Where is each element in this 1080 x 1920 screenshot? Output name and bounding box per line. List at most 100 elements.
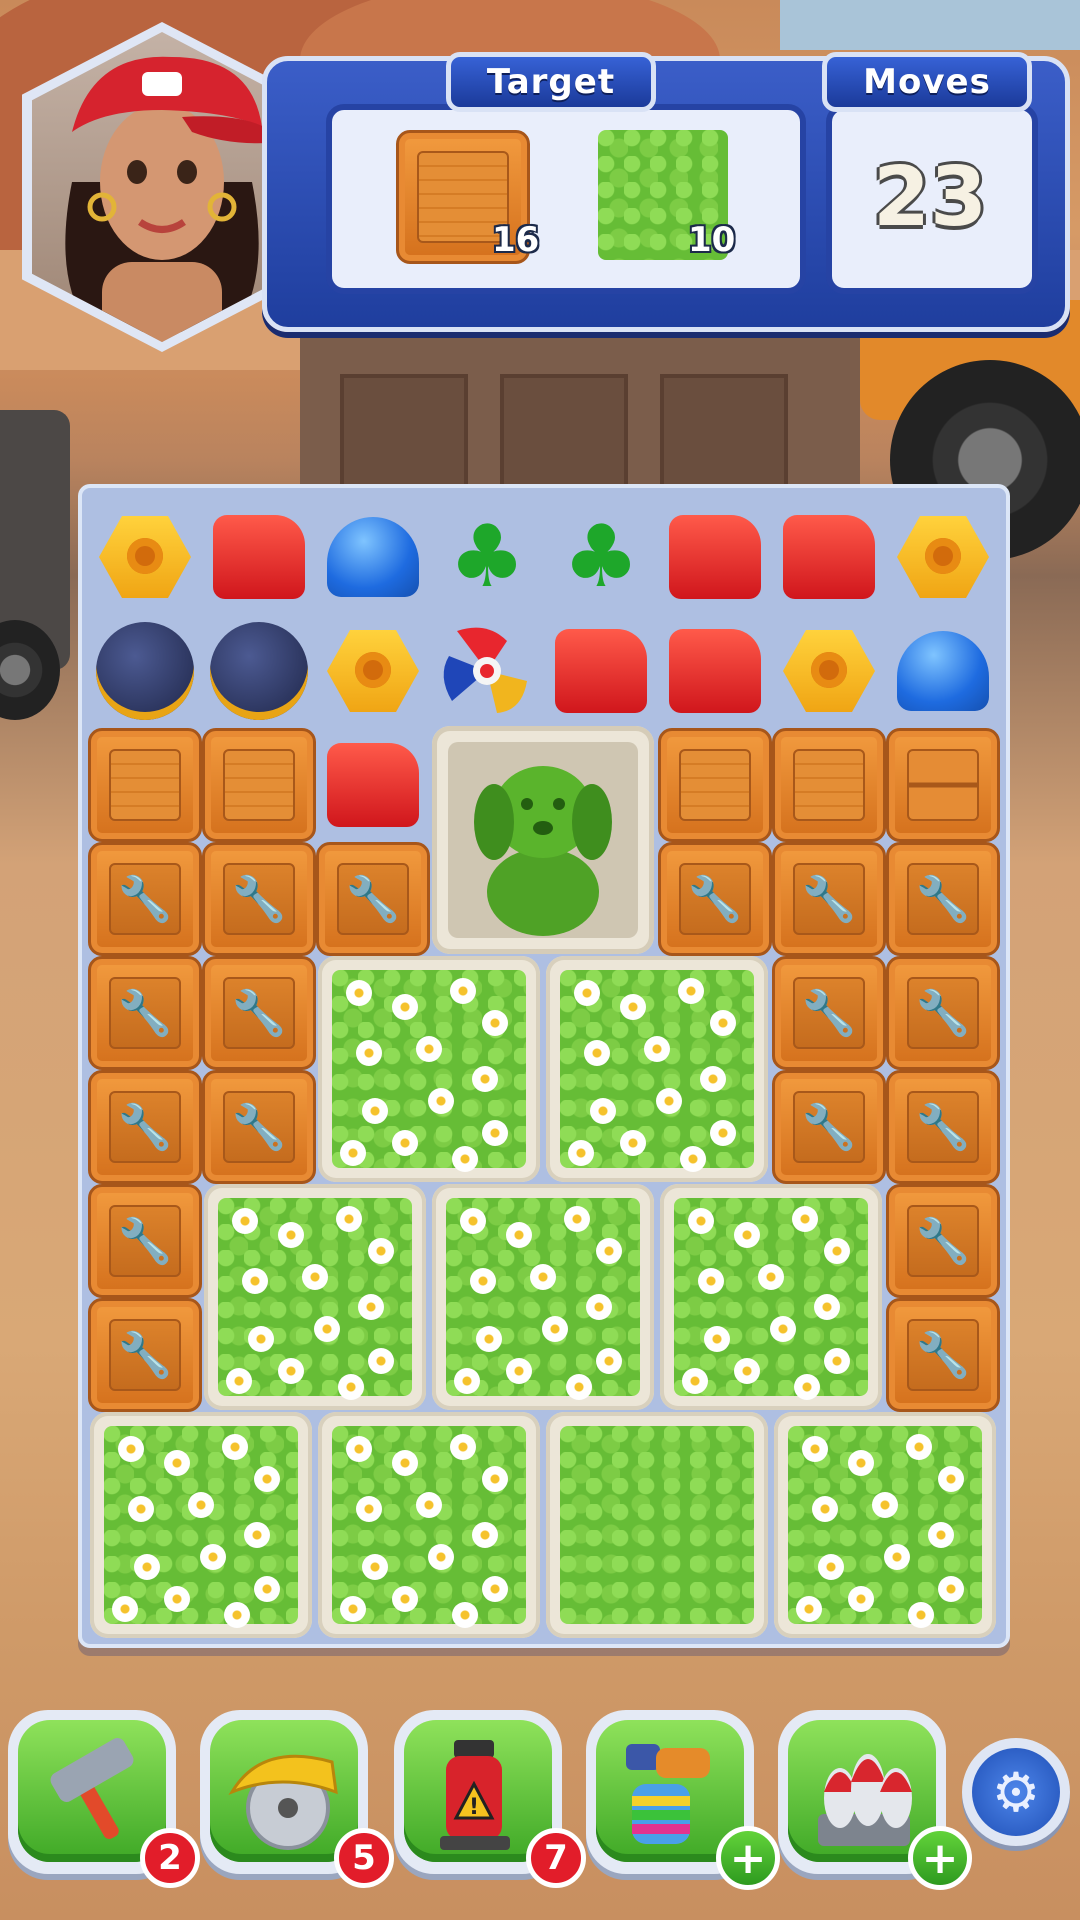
crate-wrench[interactable]: 🔧 [886, 1184, 1000, 1298]
flower-decoration [452, 1146, 478, 1172]
flower-decoration [482, 1010, 508, 1036]
flower-decoration [164, 1586, 190, 1612]
flower-decoration [112, 1596, 138, 1622]
flower-decoration [338, 1374, 364, 1400]
flower-decoration [134, 1554, 160, 1580]
flower-decoration [340, 1140, 366, 1166]
crate-wrench[interactable]: 🔧 [886, 1070, 1000, 1184]
flower-decoration [884, 1544, 910, 1570]
piece-jerrycan[interactable] [544, 614, 658, 728]
flower-decoration [346, 1436, 372, 1462]
piece-disco-ball[interactable] [202, 614, 316, 728]
piece-nut[interactable] [772, 614, 886, 728]
flower-decoration [824, 1348, 850, 1374]
grass-tile[interactable] [546, 956, 768, 1182]
crate-wrench[interactable]: 🔧 [88, 1184, 202, 1298]
crate-wrench[interactable]: 🔧 [202, 1070, 316, 1184]
piece-clover[interactable]: ♣ [430, 500, 544, 614]
crate-plank[interactable] [658, 728, 772, 842]
crate-wrench[interactable]: 🔧 [202, 956, 316, 1070]
piece-jerrycan[interactable] [658, 500, 772, 614]
crate-plank[interactable] [88, 728, 202, 842]
settings-button[interactable]: ⚙ [962, 1738, 1070, 1846]
flower-decoration [704, 1326, 730, 1352]
flower-decoration [472, 1066, 498, 1092]
crate-wrench[interactable]: 🔧 [88, 842, 202, 956]
crate-wrench[interactable]: 🔧 [886, 956, 1000, 1070]
piece-nut[interactable] [88, 500, 202, 614]
piece-jerrycan[interactable] [202, 500, 316, 614]
rockets-icon [818, 1754, 912, 1846]
piece-nut[interactable] [316, 614, 430, 728]
flower-decoration [596, 1348, 622, 1374]
piece-helmet[interactable] [886, 614, 1000, 728]
flower-decoration [770, 1316, 796, 1342]
piece-clover[interactable]: ♣ [544, 500, 658, 614]
crate-wrench[interactable]: 🔧 [88, 956, 202, 1070]
flower-decoration [118, 1436, 144, 1462]
flower-decoration [542, 1316, 568, 1342]
hammer-icon [50, 1738, 134, 1839]
crate-plank[interactable] [202, 728, 316, 842]
piece-nut[interactable] [886, 500, 1000, 614]
piece-jerrycan[interactable] [316, 728, 430, 842]
crate-wrench[interactable]: 🔧 [88, 1070, 202, 1184]
flower-decoration [506, 1222, 532, 1248]
sprayer-add-button[interactable]: + [716, 1826, 780, 1890]
crate-wrench[interactable]: 🔧 [772, 842, 886, 956]
flower-decoration [200, 1544, 226, 1570]
piece-jerrycan[interactable] [772, 500, 886, 614]
flower-decoration [278, 1358, 304, 1384]
flower-decoration [428, 1088, 454, 1114]
flower-decoration [574, 980, 600, 1006]
flower-decoration [566, 1374, 592, 1400]
grass-tile[interactable] [660, 1184, 882, 1410]
flower-decoration [278, 1222, 304, 1248]
flower-decoration [530, 1264, 556, 1290]
grass-tile[interactable] [90, 1412, 312, 1638]
crate-wrench[interactable]: 🔧 [886, 1298, 1000, 1412]
flower-decoration [362, 1098, 388, 1124]
grass-tile-plain[interactable] [546, 1412, 768, 1638]
grass-tile[interactable] [318, 1412, 540, 1638]
flower-decoration [460, 1208, 486, 1234]
grass-tile[interactable] [318, 956, 540, 1182]
crate-wrench[interactable]: 🔧 [658, 842, 772, 956]
flower-decoration [314, 1316, 340, 1342]
flower-decoration [620, 994, 646, 1020]
flower-decoration [802, 1436, 828, 1462]
crate-wrench[interactable]: 🔧 [772, 1070, 886, 1184]
flower-decoration [224, 1602, 250, 1628]
flower-decoration [392, 1586, 418, 1612]
crate-plank[interactable] [772, 728, 886, 842]
piece-disco-ball[interactable] [88, 614, 202, 728]
flower-decoration [242, 1268, 268, 1294]
grass-tile[interactable] [774, 1412, 996, 1638]
flower-decoration [450, 1434, 476, 1460]
rockets-add-button[interactable]: + [908, 1826, 972, 1890]
flower-decoration [454, 1368, 480, 1394]
crate-wrench[interactable]: 🔧 [88, 1298, 202, 1412]
flower-decoration [226, 1368, 252, 1394]
piece-propeller[interactable] [430, 614, 544, 728]
flower-decoration [368, 1348, 394, 1374]
player-avatar[interactable] [22, 22, 302, 352]
flower-decoration [794, 1374, 820, 1400]
crate-wrench[interactable]: 🔧 [202, 842, 316, 956]
crate-wrench[interactable]: 🔧 [886, 842, 1000, 956]
crate-wrench[interactable]: 🔧 [316, 842, 430, 956]
flower-decoration [232, 1208, 258, 1234]
crate-drawer[interactable] [886, 728, 1000, 842]
flower-decoration [482, 1576, 508, 1602]
target-grass-count: 10 [688, 220, 736, 260]
flower-decoration [506, 1358, 532, 1384]
grass-tile[interactable] [204, 1184, 426, 1410]
flower-decoration [824, 1238, 850, 1264]
flower-decoration [346, 980, 372, 1006]
grass-tile[interactable] [432, 1184, 654, 1410]
piece-jerrycan[interactable] [658, 614, 772, 728]
crate-wrench[interactable]: 🔧 [772, 956, 886, 1070]
flower-decoration [336, 1206, 362, 1232]
piece-helmet[interactable] [316, 500, 430, 614]
flower-decoration [356, 1496, 382, 1522]
